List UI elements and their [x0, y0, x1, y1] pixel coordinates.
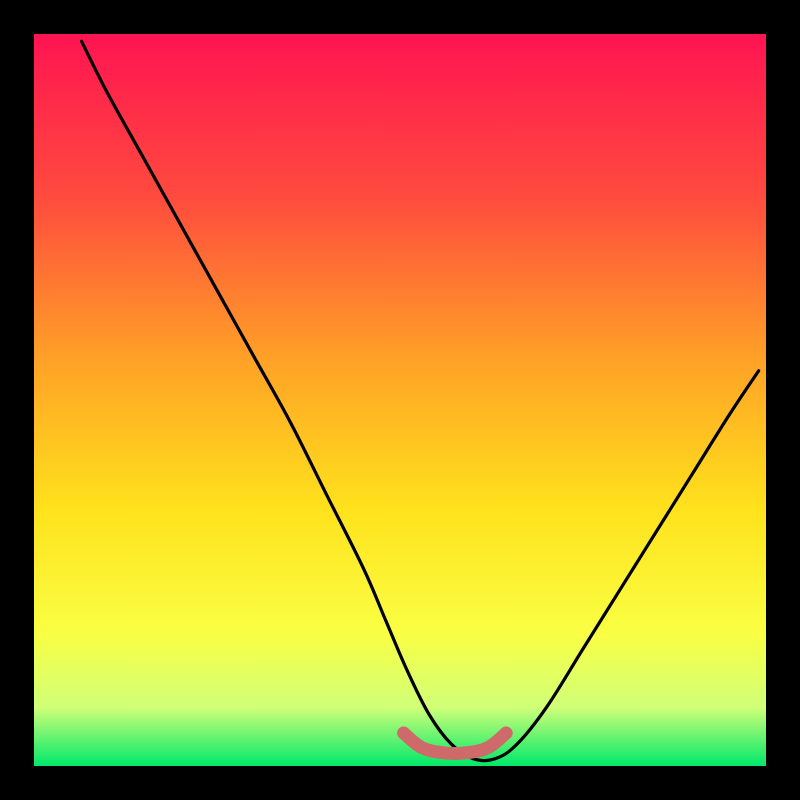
optimal-range-endpoint — [397, 727, 410, 740]
chart-root: TheBottleneck.com — [0, 0, 800, 800]
optimal-range-endpoint — [500, 727, 513, 740]
chart-svg — [0, 0, 800, 800]
